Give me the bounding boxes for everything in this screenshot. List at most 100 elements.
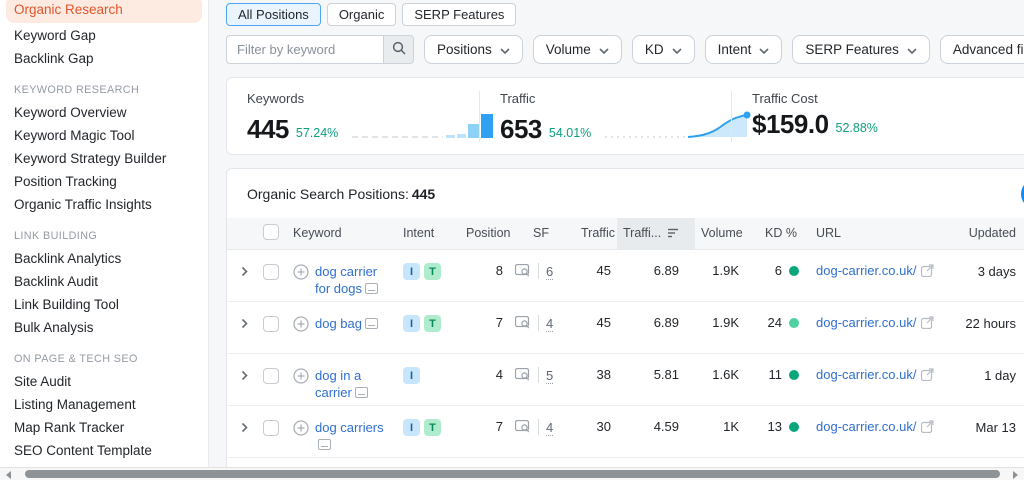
keyword-filter-input[interactable] xyxy=(226,35,383,64)
serp-preview-icon[interactable] xyxy=(514,263,531,281)
sidebar-item-backlink-audit[interactable]: Backlink Audit xyxy=(0,270,208,293)
keyword-column-header[interactable]: Keyword xyxy=(287,218,397,250)
sort-descending-icon xyxy=(667,227,679,241)
url-link[interactable]: dog-carrier.co.uk/ xyxy=(816,419,916,434)
sidebar-item-keyword-overview[interactable]: Keyword Overview xyxy=(0,101,208,124)
intent-badge-informational[interactable]: I xyxy=(403,315,420,332)
add-keyword-icon[interactable] xyxy=(293,315,309,336)
traffic-pct-column-header[interactable]: Traffi... xyxy=(617,218,695,250)
kd-difficulty-dot xyxy=(789,317,799,328)
row-checkbox[interactable] xyxy=(263,315,279,332)
updated-value: 3 days xyxy=(977,263,1016,279)
intent-badge-informational[interactable]: I xyxy=(403,419,420,436)
sidebar-item-listing-management[interactable]: Listing Management xyxy=(0,393,208,416)
sf-column-header[interactable]: SF xyxy=(507,218,575,250)
traffic-pct-value: 6.89 xyxy=(653,262,679,278)
kd-value: 24 xyxy=(767,314,782,330)
intent-badge-transactional[interactable]: T xyxy=(424,419,441,436)
kd-column-header[interactable]: KD % xyxy=(747,218,807,250)
row-checkbox[interactable] xyxy=(263,263,279,280)
external-link-icon[interactable] xyxy=(921,419,935,436)
serp-preview-icon[interactable] xyxy=(514,367,531,385)
position-value: 7 xyxy=(460,300,507,353)
volume-filter-dropdown[interactable]: Volume xyxy=(532,35,622,64)
kd-filter-dropdown[interactable]: KD xyxy=(631,35,695,64)
select-all-checkbox[interactable] xyxy=(263,223,279,240)
serp-snapshot-icon[interactable] xyxy=(318,438,331,453)
serp-features-count[interactable]: 4 xyxy=(546,315,554,332)
position-column-header[interactable]: Position xyxy=(460,218,510,250)
updated-column-header[interactable]: Updated xyxy=(952,218,1024,250)
main-content: All Positions Organic SERP Features Posi… xyxy=(209,0,1024,480)
serp-features-count[interactable]: 6 xyxy=(546,263,554,280)
serp-snapshot-icon[interactable] xyxy=(365,317,378,332)
sidebar-item-backlink-analytics[interactable]: Backlink Analytics xyxy=(0,247,208,270)
serp-preview-icon[interactable] xyxy=(514,419,531,437)
row-checkbox[interactable] xyxy=(263,367,279,384)
keyword-link[interactable]: dog carriers xyxy=(315,420,384,435)
sidebar-item-organic-traffic-insights[interactable]: Organic Traffic Insights xyxy=(0,193,208,216)
row-checkbox[interactable] xyxy=(263,419,279,436)
add-keyword-icon[interactable] xyxy=(293,419,309,440)
url-link[interactable]: dog-carrier.co.uk/ xyxy=(816,263,916,278)
expand-row-chevron-icon[interactable] xyxy=(241,369,248,384)
traffic-value: 45 xyxy=(596,262,611,278)
dropdown-label: SERP Features xyxy=(805,42,899,57)
external-link-icon[interactable] xyxy=(921,315,935,332)
url-column-header[interactable]: URL xyxy=(807,218,952,250)
external-link-icon[interactable] xyxy=(921,263,935,280)
serp-features-count[interactable]: 4 xyxy=(546,419,554,436)
advanced-filters-dropdown[interactable]: Advanced filters xyxy=(939,35,1024,64)
sidebar-item-map-rank-tracker[interactable]: Map Rank Tracker xyxy=(0,416,208,439)
sidebar-item-keyword-gap[interactable]: Keyword Gap xyxy=(0,24,208,47)
sidebar-item-keyword-magic-tool[interactable]: Keyword Magic Tool xyxy=(0,124,208,147)
serp-features-count[interactable]: 5 xyxy=(546,367,554,384)
serp-preview-icon[interactable] xyxy=(514,315,531,333)
updated-value: 22 hours xyxy=(952,300,1024,353)
tab-organic[interactable]: Organic xyxy=(326,3,397,26)
expand-row-chevron-icon[interactable] xyxy=(241,317,248,332)
expander-column-header xyxy=(227,218,257,250)
intent-badge-transactional[interactable]: T xyxy=(424,263,441,280)
url-link[interactable]: dog-carrier.co.uk/ xyxy=(816,315,916,330)
sidebar-item-bulk-analysis[interactable]: Bulk Analysis xyxy=(0,316,208,339)
sidebar-item-link-building-tool[interactable]: Link Building Tool xyxy=(0,293,208,316)
traffic-column-header[interactable]: Traffic xyxy=(575,218,617,250)
positions-filter-dropdown[interactable]: Positions xyxy=(424,35,523,64)
sidebar-item-position-tracking[interactable]: Position Tracking xyxy=(0,170,208,193)
volume-value: 1K xyxy=(695,404,747,457)
serp-features-filter-dropdown[interactable]: SERP Features xyxy=(792,35,930,64)
intent-column-header[interactable]: Intent xyxy=(397,218,460,250)
expand-row-chevron-icon[interactable] xyxy=(241,265,248,280)
traffic-stat-value: 653 xyxy=(500,114,542,144)
sidebar-item-keyword-strategy-builder[interactable]: Keyword Strategy Builder xyxy=(0,147,208,170)
sidebar-item-site-audit[interactable]: Site Audit xyxy=(0,370,208,393)
expand-row-chevron-icon[interactable] xyxy=(241,421,248,436)
horizontal-scrollbar-thumb[interactable] xyxy=(25,470,1000,478)
intent-badge-informational[interactable]: I xyxy=(403,263,420,280)
sidebar-item-seo-content-template[interactable]: SEO Content Template xyxy=(0,439,208,462)
external-link-icon[interactable] xyxy=(921,367,935,384)
position-value: 7 xyxy=(460,404,507,457)
intent-badge-informational[interactable]: I xyxy=(403,367,420,384)
tab-all-positions[interactable]: All Positions xyxy=(226,3,321,26)
intent-filter-dropdown[interactable]: Intent xyxy=(704,35,783,64)
intent-badge-transactional[interactable]: T xyxy=(424,315,441,332)
add-keyword-icon[interactable] xyxy=(293,367,309,388)
position-value: 4 xyxy=(460,352,507,405)
scroll-right-arrow-icon[interactable] xyxy=(1013,471,1018,479)
serp-snapshot-icon[interactable] xyxy=(354,386,368,401)
sidebar-item-organic-research[interactable]: Organic Research xyxy=(6,0,202,23)
tab-serp-features[interactable]: SERP Features xyxy=(402,3,517,26)
horizontal-scrollbar[interactable] xyxy=(0,467,1024,480)
url-link[interactable]: dog-carrier.co.uk/ xyxy=(816,367,916,382)
traffic-value: 45 xyxy=(575,300,617,353)
serp-snapshot-icon[interactable] xyxy=(364,282,378,297)
sidebar-item-backlink-gap[interactable]: Backlink Gap xyxy=(0,47,208,70)
scroll-left-arrow-icon[interactable] xyxy=(6,471,11,479)
keyword-link[interactable]: dog bag xyxy=(315,316,362,331)
kd-value: 13 xyxy=(767,418,782,434)
volume-column-header[interactable]: Volume xyxy=(695,218,747,250)
search-button[interactable] xyxy=(383,35,414,64)
add-keyword-icon[interactable] xyxy=(293,263,309,284)
